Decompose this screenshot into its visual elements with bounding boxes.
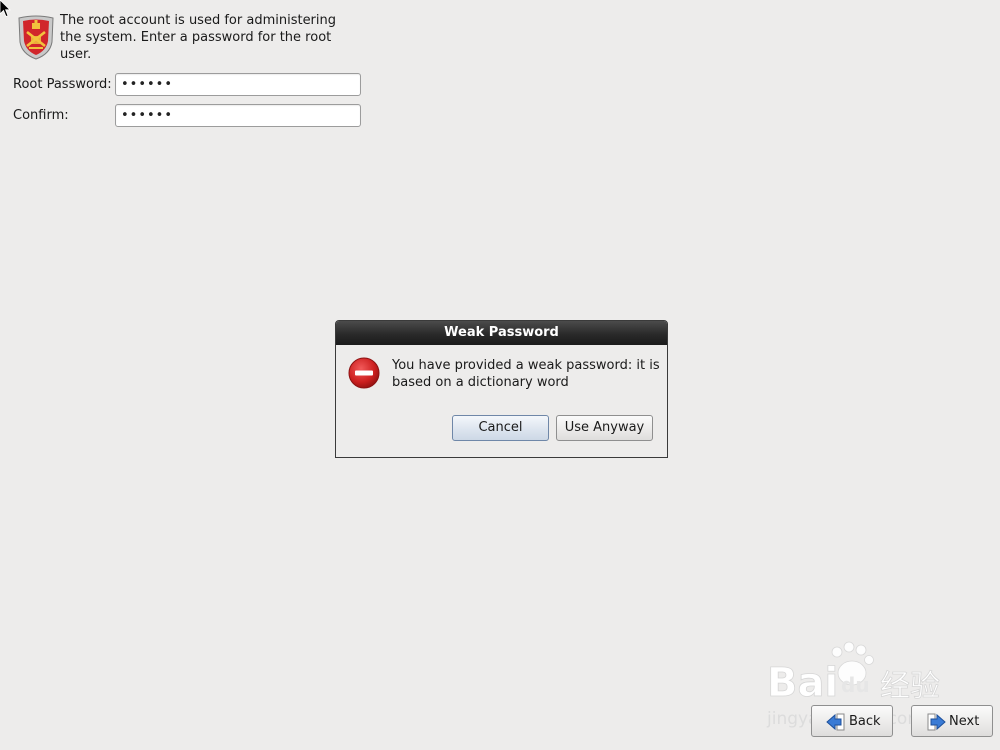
weak-password-dialog: Weak Password You have provided a weak p… bbox=[335, 320, 668, 458]
back-label: Back bbox=[849, 714, 881, 729]
shield-icon bbox=[18, 15, 54, 60]
next-label: Next bbox=[949, 714, 980, 729]
watermark-brand2: du bbox=[841, 673, 870, 697]
confirm-password-input[interactable]: •••••• bbox=[115, 104, 361, 127]
confirm-password-label: Confirm: bbox=[13, 108, 69, 123]
next-arrow-icon bbox=[927, 713, 946, 731]
intro-text: The root account is used for administeri… bbox=[60, 13, 337, 62]
back-button[interactable]: Back bbox=[811, 705, 893, 737]
watermark-brand: Bai bbox=[767, 660, 838, 706]
mouse-cursor-icon bbox=[0, 0, 11, 18]
use-anyway-button[interactable]: Use Anyway bbox=[556, 415, 653, 441]
next-button[interactable]: Next bbox=[911, 705, 993, 737]
watermark-cn: 经验 bbox=[880, 669, 940, 704]
root-password-input[interactable]: •••••• bbox=[115, 73, 361, 96]
installer-screen: The root account is used for administeri… bbox=[0, 0, 1000, 750]
dialog-message: You have provided a weak password: it is… bbox=[392, 358, 660, 390]
error-icon bbox=[348, 357, 380, 389]
confirm-password-row: Confirm: •••••• bbox=[13, 104, 373, 128]
dialog-title: Weak Password bbox=[336, 321, 667, 345]
root-password-row: Root Password: •••••• bbox=[13, 73, 373, 97]
root-password-label: Root Password: bbox=[13, 77, 112, 92]
cancel-button[interactable]: Cancel bbox=[452, 415, 549, 441]
back-arrow-icon bbox=[826, 713, 845, 731]
